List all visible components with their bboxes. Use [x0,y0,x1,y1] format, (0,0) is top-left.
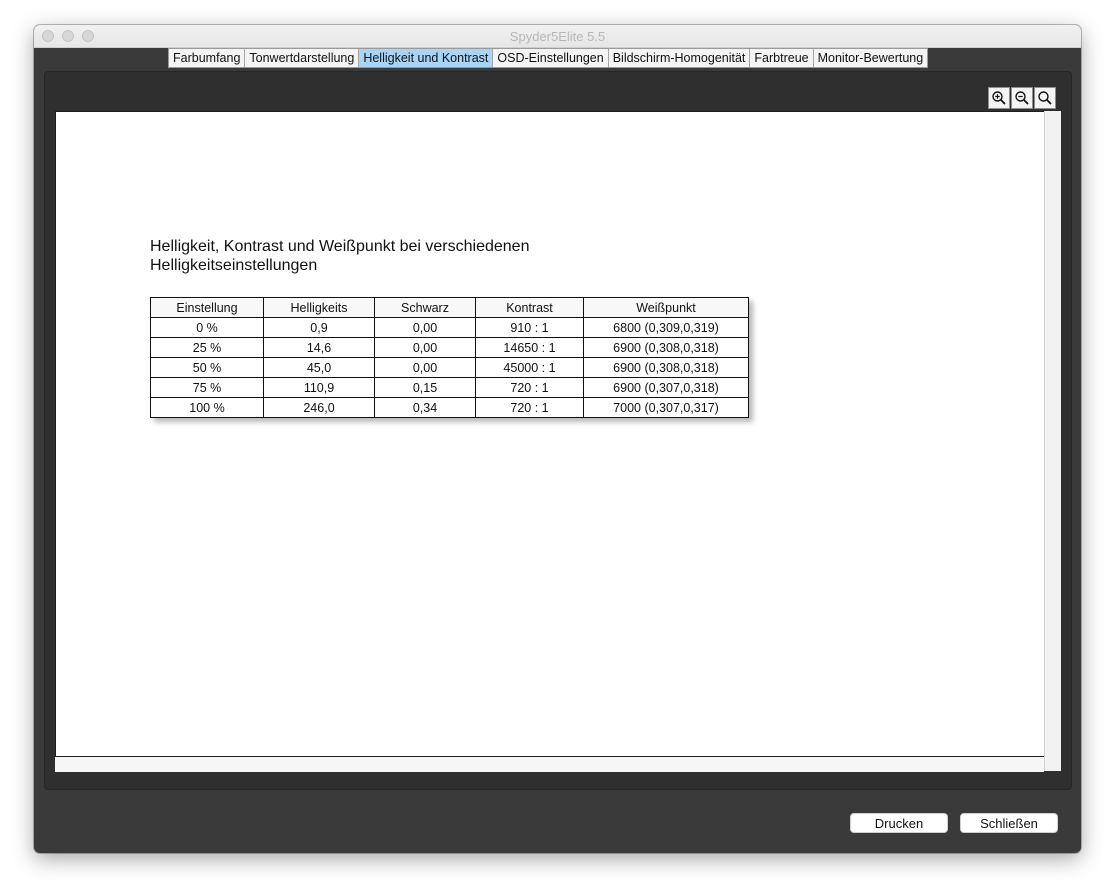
table-cell: 720 : 1 [475,397,584,418]
horizontal-scrollbar[interactable] [55,756,1044,772]
table-cell: 75 % [150,377,264,398]
table-cell: 7000 (0,307,0,317) [583,397,749,418]
column-header: Schwarz [374,297,476,318]
table-row: 50 % 45,0 0,00 45000 : 1 6900 (0,308,0,3… [150,357,749,378]
tab-farbumfang[interactable]: Farbumfang [169,49,246,67]
table-cell: 45000 : 1 [475,357,584,378]
report-canvas: Helligkeit, Kontrast und Weißpunkt bei v… [55,111,1060,771]
column-header: Weißpunkt [583,297,749,318]
column-header: Helligkeits [263,297,375,318]
table-cell: 720 : 1 [475,377,584,398]
table-cell: 6900 (0,308,0,318) [583,337,749,358]
table-cell: 0,00 [374,317,476,338]
table-header-row: Einstellung Helligkeits Schwarz Kontrast… [150,297,749,318]
table-cell: 6900 (0,307,0,318) [583,377,749,398]
zoom-out-icon [1015,91,1029,105]
tab-farbtreue[interactable]: Farbtreue [750,49,814,67]
table-row: 25 % 14,6 0,00 14650 : 1 6900 (0,308,0,3… [150,337,749,358]
zoom-fit-button[interactable] [1034,87,1056,109]
report-title-line2: Helligkeitseinstellungen [150,257,318,274]
table-cell: 14,6 [263,337,375,358]
table-cell: 14650 : 1 [475,337,584,358]
table-cell: 0,00 [374,357,476,378]
column-header: Einstellung [150,297,264,318]
print-button[interactable]: Drucken [850,813,948,833]
table-cell: 0,9 [263,317,375,338]
table-cell: 910 : 1 [475,317,584,338]
tab-osd-einstellungen[interactable]: OSD-Einstellungen [493,49,609,67]
report-title-line1: Helligkeit, Kontrast und Weißpunkt bei v… [150,238,530,255]
table-cell: 45,0 [263,357,375,378]
zoom-in-icon [992,91,1006,105]
close-button[interactable]: Schließen [960,813,1058,833]
zoom-out-button[interactable] [1011,87,1033,109]
table-cell: 0,00 [374,337,476,358]
zoom-in-button[interactable] [988,87,1010,109]
results-table: Einstellung Helligkeits Schwarz Kontrast… [150,297,749,418]
title-bar: Spyder5Elite 5.5 [34,25,1081,48]
window-title: Spyder5Elite 5.5 [509,29,606,44]
table-row: 100 % 246,0 0,34 720 : 1 7000 (0,307,0,3… [150,397,749,418]
tab-monitor-bewertung[interactable]: Monitor-Bewertung [814,49,928,67]
table-row: 0 % 0,9 0,00 910 : 1 6800 (0,309,0,319) [150,317,749,338]
table-cell: 6900 (0,308,0,318) [583,357,749,378]
table-cell: 6800 (0,309,0,319) [583,317,749,338]
table-cell: 0,34 [374,397,476,418]
table-cell: 246,0 [263,397,375,418]
tab-bar: Farbumfang Tonwertdarstellung Helligkeit… [168,48,929,68]
table-cell: 25 % [150,337,264,358]
zoom-fit-icon [1038,91,1052,105]
vertical-scrollbar[interactable] [1044,111,1061,771]
table-row: 75 % 110,9 0,15 720 : 1 6900 (0,307,0,31… [150,377,749,398]
tab-helligkeit-kontrast[interactable]: Helligkeit und Kontrast [359,49,494,67]
column-header: Kontrast [475,297,584,318]
table-cell: 100 % [150,397,264,418]
table-cell: 0,15 [374,377,476,398]
app-window: Spyder5Elite 5.5 Farbumfang Tonwertdarst… [34,25,1081,853]
table-cell: 0 % [150,317,264,338]
tab-tonwertdarstellung[interactable]: Tonwertdarstellung [245,49,360,67]
table-cell: 50 % [150,357,264,378]
zoom-toolbar [988,87,1056,109]
table-cell: 110,9 [263,377,375,398]
report-title: Helligkeit, Kontrast und Weißpunkt bei v… [150,237,570,275]
tab-bildschirm-homogenitaet[interactable]: Bildschirm-Homogenität [609,49,751,67]
